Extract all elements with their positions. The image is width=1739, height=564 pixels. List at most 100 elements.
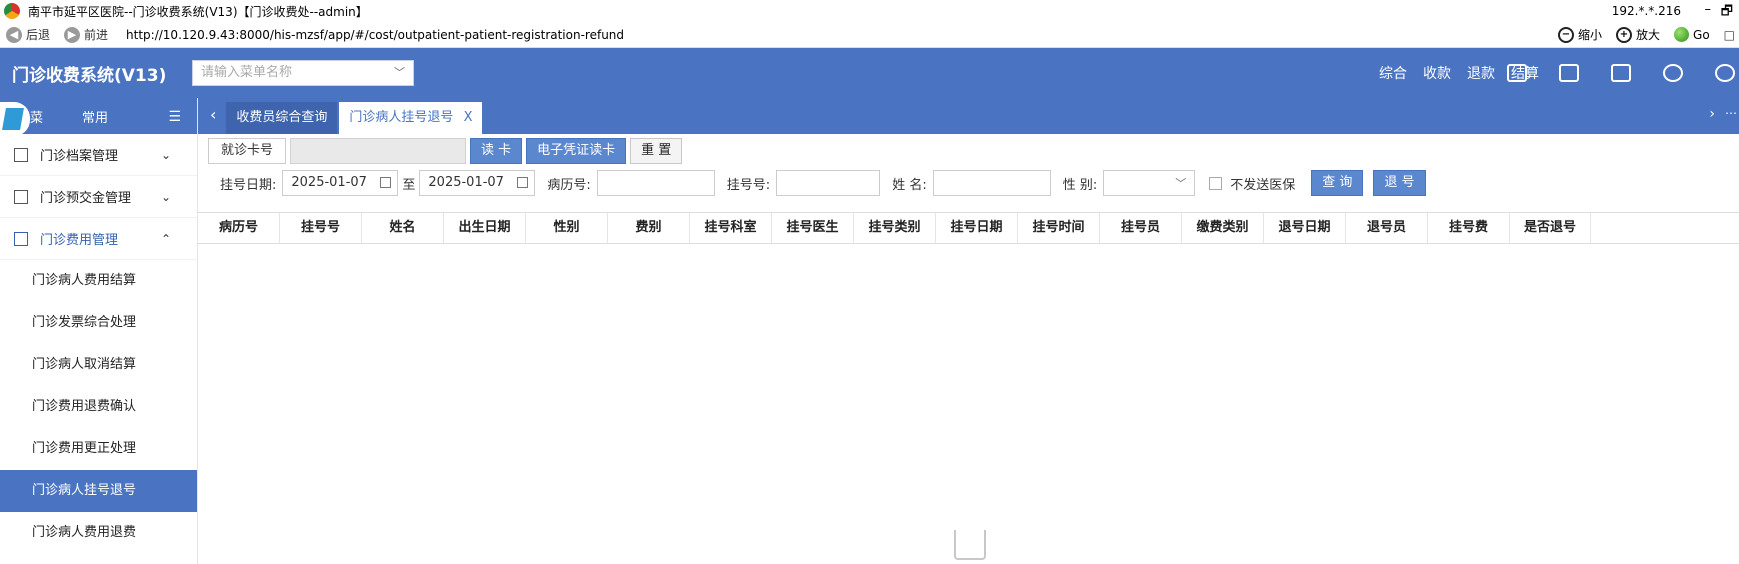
chevron-down-icon: ﹀ xyxy=(1175,177,1187,190)
date-from-input[interactable]: 2025-01-07 xyxy=(282,170,399,196)
chevron-left-icon[interactable]: ‹ xyxy=(210,105,216,124)
read-card-button[interactable]: 读 卡 xyxy=(470,138,523,164)
col-reg-date: 挂号日期 xyxy=(936,213,1018,243)
sidebar-item-fee-settlement[interactable]: 门诊病人费用结算 xyxy=(0,260,197,302)
main-content: 就诊卡号 读 卡 电子凭证读卡 重 置 挂号日期: 2025-01-07 至 2… xyxy=(198,134,1739,564)
name-label: 姓 名: xyxy=(892,177,927,193)
col-doctor: 挂号医生 xyxy=(772,213,854,243)
zoom-out-button[interactable]: − 缩小 xyxy=(1557,26,1602,43)
back-arrow-icon: ◀ xyxy=(6,26,22,43)
close-icon[interactable]: X xyxy=(464,110,473,125)
restore-button[interactable]: 🗗 xyxy=(1721,2,1733,24)
e-voucher-read-button[interactable]: 电子凭证读卡 xyxy=(526,138,627,164)
reg-date-label: 挂号日期: xyxy=(220,177,277,193)
card-number-input[interactable] xyxy=(290,138,467,164)
sidebar-group-fees[interactable]: 门诊费用管理 ⌃ xyxy=(0,218,197,260)
forward-arrow-icon: ▶ xyxy=(64,26,81,43)
col-gender: 性别 xyxy=(526,213,608,243)
tab-bar: ‹ 收费员综合查询 门诊病人挂号退号 X › ⋯ xyxy=(198,98,1739,134)
card-row: 就诊卡号 读 卡 电子凭证读卡 重 置 xyxy=(208,138,683,164)
filter-row: 挂号日期: 2025-01-07 至 2025-01-07 病历号: 挂号号: … xyxy=(220,170,1426,196)
transfer-icon[interactable] xyxy=(1559,64,1579,82)
zoom-out-label: 缩小 xyxy=(1577,28,1602,42)
zoom-in-icon: + xyxy=(1616,26,1632,43)
col-refund-date: 退号日期 xyxy=(1264,213,1346,243)
date-from-value: 2025-01-07 xyxy=(291,175,367,190)
col-dept: 挂号科室 xyxy=(690,213,772,243)
header-link-summary[interactable]: 综合 xyxy=(1379,63,1407,83)
reg-no-input[interactable] xyxy=(776,170,881,196)
header-link-refund[interactable]: 退款 xyxy=(1467,63,1495,83)
chevron-down-icon: ⌄ xyxy=(160,189,171,204)
app-title: 门诊收费系统(V13) xyxy=(12,65,167,86)
col-reg-time: 挂号时间 xyxy=(1018,213,1100,243)
minimize-button[interactable]: – xyxy=(1705,2,1712,17)
sidebar-item-cancel-settlement[interactable]: 门诊病人取消结算 xyxy=(0,344,197,386)
chevron-down-icon: ⌄ xyxy=(160,147,171,162)
back-button[interactable]: ◀ 后退 xyxy=(6,26,50,43)
wallet-icon xyxy=(14,189,28,204)
sidebar-item-fee-refund[interactable]: 门诊病人费用退费 xyxy=(0,512,197,554)
reg-no-label: 挂号号: xyxy=(726,177,771,193)
menu-toggle-icon[interactable]: ☰ xyxy=(168,109,181,125)
archive-icon xyxy=(14,147,28,162)
menu-search-placeholder: 请输入菜单名称 xyxy=(201,65,293,80)
no-insurance-label: 不发送医保 xyxy=(1230,177,1296,193)
tab-cashier-query[interactable]: 收费员综合查询 xyxy=(226,102,338,134)
more-icon[interactable]: ⋯ xyxy=(1725,106,1737,120)
sidebar-group-label: 门诊预交金管理 xyxy=(40,191,132,206)
record-no-label: 病历号: xyxy=(547,177,591,193)
col-registrar: 挂号员 xyxy=(1100,213,1182,243)
address-bar[interactable]: http://10.120.9.43:8000/his-mzsf/app/#/c… xyxy=(126,28,624,42)
app-header: 门诊收费系统(V13) 请输入菜单名称 ﹀ 综合 收款 退款 结算 xyxy=(0,48,1739,98)
reset-button[interactable]: 重 置 xyxy=(630,138,683,164)
col-reg-no: 挂号号 xyxy=(280,213,362,243)
gender-select[interactable]: ﹀ xyxy=(1103,170,1196,196)
sidebar-group-deposit[interactable]: 门诊预交金管理 ⌄ xyxy=(0,176,197,218)
col-payment-type: 缴费类别 xyxy=(1182,213,1264,243)
window-title: 南平市延平区医院--门诊收费系统(V13)【门诊收费处--admin】 xyxy=(28,4,368,19)
calendar-icon xyxy=(380,177,392,188)
chevron-up-icon: ⌃ xyxy=(160,231,171,246)
zoom-out-icon: − xyxy=(1557,26,1574,43)
chevron-right-icon[interactable]: › xyxy=(1709,106,1715,122)
sidebar-item-invoice[interactable]: 门诊发票综合处理 xyxy=(0,302,197,344)
sidebar-item-refund-confirm[interactable]: 门诊费用退费确认 xyxy=(0,386,197,428)
card-number-label: 就诊卡号 xyxy=(208,138,287,164)
sidebar-tab-favorites[interactable]: 常用 xyxy=(82,107,108,126)
header-link-collect[interactable]: 收款 xyxy=(1423,63,1451,83)
zoom-in-button[interactable]: + 放大 xyxy=(1616,26,1660,43)
sidebar-item-registration-refund[interactable]: 门诊病人挂号退号 xyxy=(0,470,197,512)
refund-button[interactable]: 退 号 xyxy=(1373,170,1426,196)
power-icon[interactable] xyxy=(1663,64,1683,82)
sidebar-group-archives[interactable]: 门诊档案管理 ⌄ xyxy=(0,134,197,176)
query-button[interactable]: 查 询 xyxy=(1311,170,1364,196)
extra-icon[interactable]: □ xyxy=(1724,28,1735,42)
name-input[interactable] xyxy=(932,170,1051,196)
no-insurance-checkbox[interactable] xyxy=(1209,176,1223,190)
fees-icon xyxy=(14,231,28,246)
sidebar-tab-menu[interactable]: 菜 xyxy=(30,107,43,126)
gender-label: 性 别: xyxy=(1062,177,1098,193)
table-header: 病历号 挂号号 姓名 出生日期 性别 费别 挂号科室 挂号医生 挂号类别 挂号日… xyxy=(198,212,1739,244)
go-button[interactable]: Go xyxy=(1674,27,1710,42)
profile-card-icon[interactable] xyxy=(1507,64,1527,82)
gear-icon[interactable] xyxy=(1715,64,1735,82)
window-titlebar: 南平市延平区医院--门诊收费系统(V13)【门诊收费处--admin】 192.… xyxy=(0,0,1739,22)
go-icon xyxy=(1674,27,1690,42)
col-birth: 出生日期 xyxy=(444,213,526,243)
forward-button[interactable]: ▶ 前进 xyxy=(64,26,108,43)
empty-box-icon xyxy=(954,530,986,560)
col-reg-type: 挂号类别 xyxy=(854,213,936,243)
date-to-input[interactable]: 2025-01-07 xyxy=(419,170,536,196)
menu-search-select[interactable]: 请输入菜单名称 ﹀ xyxy=(192,60,414,86)
document-icon[interactable] xyxy=(1611,64,1631,82)
tab-registration-refund[interactable]: 门诊病人挂号退号 X xyxy=(339,102,483,134)
date-to-value: 2025-01-07 xyxy=(428,175,504,190)
record-no-input[interactable] xyxy=(596,170,715,196)
back-label: 后退 xyxy=(26,28,51,42)
sidebar-item-fee-correction[interactable]: 门诊费用更正处理 xyxy=(0,428,197,470)
sidebar-group-label: 门诊费用管理 xyxy=(40,233,119,248)
go-label: Go xyxy=(1693,27,1710,42)
browser-toolbar: ◀ 后退 ▶ 前进 http://10.120.9.43:8000/his-mz… xyxy=(0,22,1739,48)
